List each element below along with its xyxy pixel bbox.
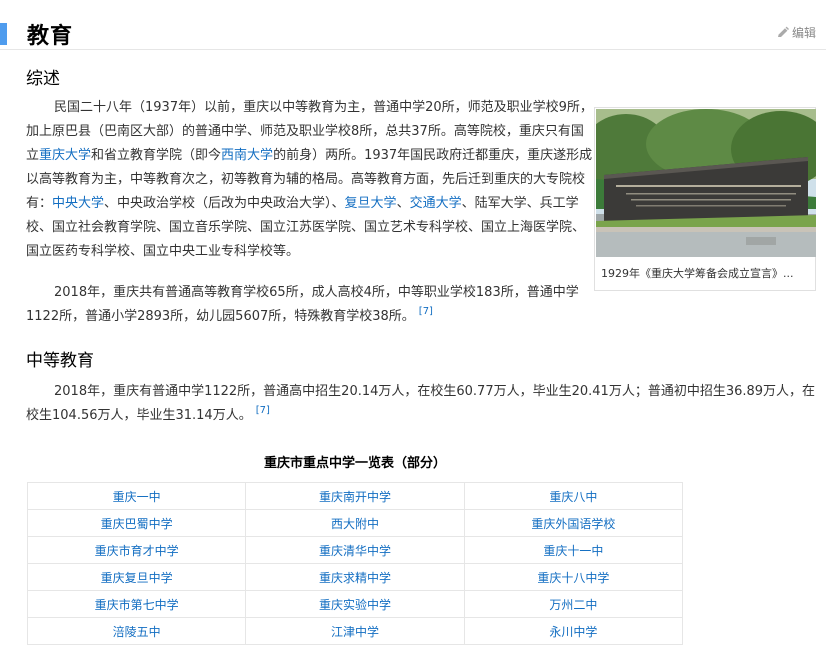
paragraph-text: 、 bbox=[396, 196, 410, 211]
school-table-title: 重庆市重点中学一览表（部分） bbox=[263, 456, 446, 471]
figure-image[interactable] bbox=[596, 109, 816, 257]
school-link[interactable]: 永川中学 bbox=[463, 617, 684, 645]
overview-paragraph-2: 2018年，重庆共有普通高等教育学校65所，成人高校4所，中等职业学校183所，… bbox=[26, 281, 596, 330]
inline-link[interactable]: 重庆大学 bbox=[39, 148, 91, 163]
p2-text: 2018年，重庆共有普通高等教育学校65所，成人高校4所，中等职业学校183所，… bbox=[26, 285, 579, 324]
inline-link[interactable]: 中央大学 bbox=[52, 196, 104, 211]
school-link[interactable]: 重庆八中 bbox=[463, 482, 684, 510]
paragraph-text: 和省立教育学院（即今 bbox=[91, 148, 222, 163]
pencil-icon bbox=[777, 26, 789, 37]
table-row: 重庆复旦中学 重庆求精中学 重庆十八中学 bbox=[26, 563, 684, 591]
heading-accent-bar bbox=[0, 23, 7, 45]
overview-paragraph-1: 民国二十八年（1937年）以前，重庆以中等教育为主，普通中学20所，师范及职业学… bbox=[26, 96, 596, 264]
school-link[interactable]: 重庆实验中学 bbox=[245, 590, 465, 618]
school-link[interactable]: 重庆求精中学 bbox=[245, 563, 465, 591]
paragraph-text: 、中央政治学校（后改为中央政治大学）、 bbox=[104, 196, 345, 211]
school-link[interactable]: 西大附中 bbox=[245, 509, 465, 537]
school-link[interactable]: 重庆十八中学 bbox=[463, 563, 684, 591]
table-row: 重庆市第七中学 重庆实验中学 万州二中 bbox=[26, 590, 684, 618]
school-link[interactable]: 重庆南开中学 bbox=[245, 482, 465, 510]
edit-button[interactable]: 编辑 bbox=[776, 24, 816, 41]
figure-card[interactable]: 1929年《重庆大学筹备会成立宣言》... bbox=[594, 107, 816, 291]
table-row: 重庆一中 重庆南开中学 重庆八中 bbox=[26, 482, 684, 510]
secondary-education-heading: 中等教育 bbox=[26, 351, 94, 371]
school-link[interactable]: 重庆市育才中学 bbox=[26, 536, 247, 564]
school-link[interactable]: 重庆市第七中学 bbox=[26, 590, 247, 618]
table-row: 涪陵五中 江津中学 永川中学 bbox=[26, 617, 684, 645]
inline-link[interactable]: 交通大学 bbox=[410, 196, 462, 211]
school-table: 重庆一中 重庆南开中学 重庆八中 重庆巴蜀中学 西大附中 重庆外国语学校 重庆市育才中学 重庆… bbox=[26, 482, 684, 645]
table-row: 重庆市育才中学 重庆清华中学 重庆十一中 bbox=[26, 536, 684, 564]
school-link[interactable]: 涪陵五中 bbox=[26, 617, 247, 645]
school-link[interactable]: 万州二中 bbox=[463, 590, 684, 618]
inline-link[interactable]: 西南大学 bbox=[221, 148, 273, 163]
figure-caption: 1929年《重庆大学筹备会成立宣言》... bbox=[601, 267, 794, 280]
heading-divider bbox=[0, 49, 826, 50]
school-link[interactable]: 重庆十一中 bbox=[463, 536, 684, 564]
secondary-paragraph: 2018年，重庆有普通中学1122所，普通高中招生20.14万人，在校生60.7… bbox=[26, 380, 816, 429]
school-link[interactable]: 重庆一中 bbox=[26, 482, 247, 510]
table-row: 重庆巴蜀中学 西大附中 重庆外国语学校 bbox=[26, 509, 684, 537]
school-link[interactable]: 重庆复旦中学 bbox=[26, 563, 247, 591]
inline-link[interactable]: 复旦大学 bbox=[345, 196, 397, 211]
school-link[interactable]: 江津中学 bbox=[245, 617, 465, 645]
school-link[interactable]: 重庆外国语学校 bbox=[463, 509, 684, 537]
section-title: 教育 bbox=[27, 24, 74, 49]
citation-ref[interactable]: [7] bbox=[419, 306, 433, 317]
edit-label: 编辑 bbox=[791, 26, 816, 40]
overview-heading: 综述 bbox=[26, 69, 60, 89]
citation-ref[interactable]: [7] bbox=[256, 405, 270, 416]
p3-text: 2018年，重庆有普通中学1122所，普通高中招生20.14万人，在校生60.7… bbox=[26, 384, 816, 423]
school-link[interactable]: 重庆清华中学 bbox=[245, 536, 465, 564]
school-link[interactable]: 重庆巴蜀中学 bbox=[26, 509, 247, 537]
